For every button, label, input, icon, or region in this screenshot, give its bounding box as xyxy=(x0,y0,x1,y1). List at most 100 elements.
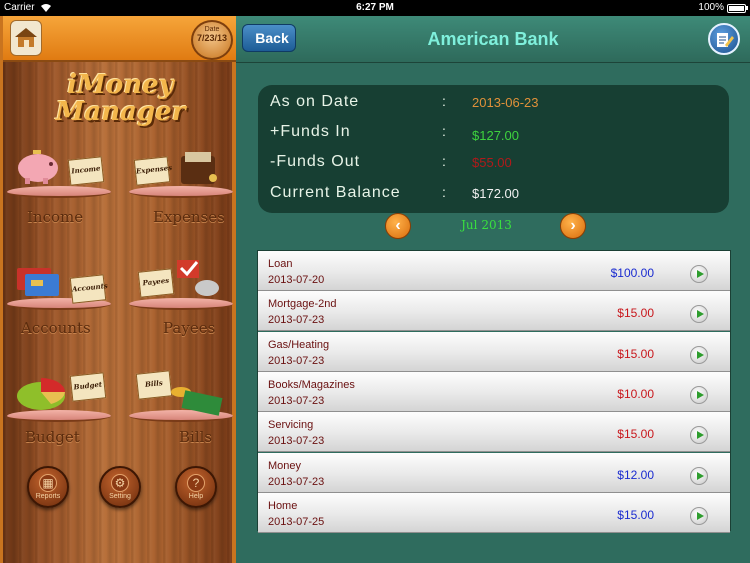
summary-funds-out-row: -Funds Out : $55.00 xyxy=(270,153,512,170)
date-badge-value: 7/23/13 xyxy=(196,33,228,43)
transaction-amount: $100.00 xyxy=(610,266,654,280)
transaction-list: Loan 2013-07-20 $100.00 Mortgage-2nd 2013-07… xyxy=(257,250,731,533)
menu-income-label: Income xyxy=(27,208,84,226)
arrow-right-icon[interactable] xyxy=(690,426,708,445)
account-detail-panel: American Bank Back As on Date : 2013-06-… xyxy=(236,16,750,563)
transaction-amount: $15.00 xyxy=(617,346,654,361)
as-on-date-value: 2013-06-23 xyxy=(472,95,539,110)
prev-month-button[interactable]: ‹ xyxy=(385,213,411,239)
sidebar: Date 7/23/13 iMoney Manager Income Incom… xyxy=(0,16,236,563)
summary-date-row: As on Date : 2013-06-23 xyxy=(270,93,539,110)
reports-button[interactable]: ▦ Reports xyxy=(27,466,69,508)
sidebar-header: Date 7/23/13 xyxy=(3,16,236,62)
funds-in-value: $127.00 xyxy=(472,128,519,143)
transaction-date: 2013-07-20 xyxy=(268,274,325,286)
bills-card: Bills xyxy=(135,370,173,400)
transaction-name: Home xyxy=(268,499,298,512)
arrow-right-icon[interactable] xyxy=(690,345,708,364)
month-label: Jul 2013 xyxy=(461,218,512,232)
transaction-date: 2013-07-23 xyxy=(268,475,325,488)
wallet-icon xyxy=(181,152,217,184)
credit-cards-icon xyxy=(17,268,59,296)
menu-expenses-label: Expenses xyxy=(153,208,225,226)
transaction-amount: $12.00 xyxy=(617,467,654,482)
as-on-date-label: As on Date xyxy=(270,93,360,110)
payees-card: Payees xyxy=(137,268,175,298)
funds-in-label: +Funds In xyxy=(270,123,351,140)
current-balance-value: $172.00 xyxy=(472,186,519,201)
transaction-date: 2013-07-23 xyxy=(268,394,325,407)
pie-chart-icon xyxy=(17,378,65,410)
expenses-card: Expenses xyxy=(133,156,172,186)
income-card: Income xyxy=(67,156,105,186)
menu-accounts-label: Accounts xyxy=(21,319,91,337)
transaction-name: Loan xyxy=(268,258,293,270)
date-badge-label: Date xyxy=(204,26,220,33)
cash-coins-icon xyxy=(171,387,223,416)
reports-icon: ▦ xyxy=(39,474,57,492)
gear-icon: ⚙ xyxy=(111,474,129,492)
transaction-row[interactable]: Books/Magazines 2013-07-23 $10.00 xyxy=(258,371,730,412)
edit-note-icon xyxy=(717,33,734,47)
summary-balance-row: Current Balance : $172.00 xyxy=(270,184,519,201)
arrow-right-icon[interactable] xyxy=(690,466,708,485)
battery-icon xyxy=(727,4,746,13)
transaction-row[interactable]: Mortgage-2nd 2013-07-23 $15.00 xyxy=(258,291,730,332)
status-bar: Carrier 6:27 PM 100% xyxy=(0,0,750,16)
summary-funds-in-row: +Funds In : $127.00 xyxy=(270,123,519,143)
transaction-name: Gas/Heating xyxy=(268,338,330,351)
transaction-name: Books/Magazines xyxy=(268,378,355,391)
transaction-amount: $10.00 xyxy=(617,386,654,401)
help-button[interactable]: ? Help xyxy=(175,466,217,508)
funds-out-label: -Funds Out xyxy=(270,153,361,170)
arrow-right-icon[interactable] xyxy=(690,385,708,404)
transaction-amount: $15.00 xyxy=(617,507,654,522)
menu-payees[interactable]: Payees xyxy=(131,248,231,328)
transaction-amount: $15.00 xyxy=(617,427,654,442)
chevron-left-icon: ‹ xyxy=(395,217,401,234)
home-icon[interactable] xyxy=(10,20,42,56)
clock: 6:27 PM xyxy=(356,2,394,13)
chevron-right-icon: › xyxy=(570,217,576,234)
transaction-row[interactable]: Home 2013-07-25 $15.00 xyxy=(258,492,730,533)
menu-payees-label: Payees xyxy=(163,319,216,337)
date-badge[interactable]: Date 7/23/13 xyxy=(191,20,233,60)
page-title: American Bank xyxy=(427,29,559,49)
edit-button[interactable] xyxy=(708,23,740,55)
budget-card: Budget xyxy=(69,372,107,402)
piggy-bank-icon xyxy=(18,150,58,184)
month-navigator: ‹ Jul 2013 › xyxy=(384,213,589,241)
mouse-checkmark-icon xyxy=(177,260,219,296)
transaction-date: 2013-07-23 xyxy=(268,354,325,367)
transaction-name: Mortgage-2nd xyxy=(268,298,337,311)
battery-percent: 100% xyxy=(698,2,724,13)
transaction-date: 2013-07-23 xyxy=(268,435,325,448)
transaction-name: Money xyxy=(268,459,302,472)
arrow-right-icon[interactable] xyxy=(690,305,708,324)
account-summary: As on Date : 2013-06-23 +Funds In : $127… xyxy=(258,85,729,213)
menu-income[interactable]: Income xyxy=(9,136,109,216)
transaction-date: 2013-07-25 xyxy=(268,515,325,528)
transaction-name: Servicing xyxy=(268,419,314,432)
arrow-right-icon[interactable] xyxy=(690,506,708,525)
back-button[interactable]: Back xyxy=(242,24,296,52)
arrow-right-icon[interactable] xyxy=(690,265,708,283)
transaction-amount: $15.00 xyxy=(617,306,654,321)
help-icon: ? xyxy=(187,474,205,492)
menu-bills-label: Bills xyxy=(179,428,213,446)
app-logo: iMoney Manager xyxy=(55,70,186,127)
transaction-row[interactable]: Gas/Heating 2013-07-23 $15.00 xyxy=(258,331,730,372)
transaction-row[interactable]: Loan 2013-07-20 $100.00 xyxy=(258,251,730,291)
next-month-button[interactable]: › xyxy=(560,213,586,239)
transaction-row[interactable]: Money 2013-07-23 $12.00 xyxy=(258,452,730,493)
setting-button[interactable]: ⚙ Setting xyxy=(99,466,141,508)
nav-bar: American Bank Back xyxy=(236,16,750,63)
menu-expenses[interactable]: Expenses xyxy=(131,136,231,216)
transaction-date: 2013-07-23 xyxy=(268,314,325,327)
current-balance-label: Current Balance xyxy=(270,184,401,201)
funds-out-value: $55.00 xyxy=(472,155,512,170)
accounts-card: Accounts xyxy=(69,274,108,304)
menu-budget-label: Budget xyxy=(25,428,80,446)
menu-accounts[interactable]: Accounts xyxy=(9,248,109,328)
transaction-row[interactable]: Servicing 2013-07-23 $15.00 xyxy=(258,412,730,453)
